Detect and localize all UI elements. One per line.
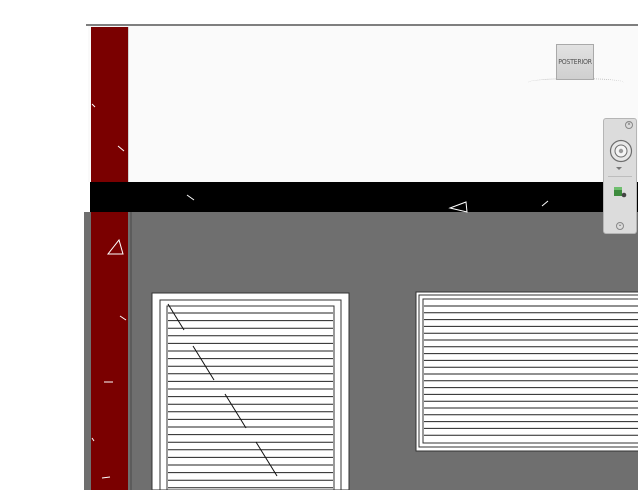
wall-section [91,27,128,490]
close-icon[interactable]: × [625,121,633,129]
viewcube[interactable]: POSTERIOR [556,44,594,80]
chevron-down-icon[interactable] [616,167,622,170]
elevation-drawing [84,24,638,490]
steering-wheel-icon[interactable] [609,139,633,163]
drawing-viewport[interactable]: POSTERIOR × ⌄ [0,0,638,490]
window-left [151,292,350,490]
zoom-extents-icon[interactable] [613,185,629,199]
window-right [415,291,638,452]
navigation-bar: × ⌄ [603,118,637,234]
nav-separator [608,176,632,177]
viewcube-face-label[interactable]: POSTERIOR [558,58,592,66]
options-chevron-icon[interactable]: ⌄ [616,222,624,230]
floor-band [90,182,638,212]
